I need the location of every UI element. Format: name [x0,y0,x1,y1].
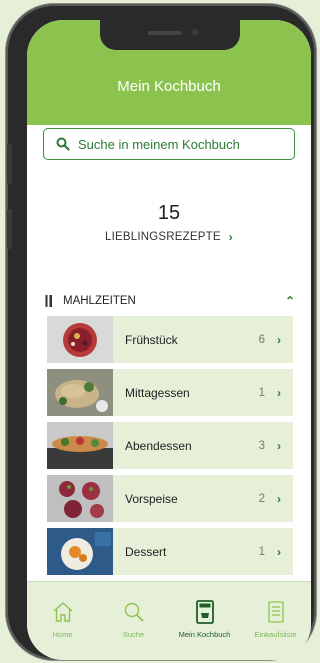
chevron-up-icon[interactable]: ⌃ [285,294,295,308]
meal-count: 2 [258,492,265,505]
favorites-link[interactable]: LIEBLINGSREZEPTE › [27,230,311,244]
meal-name: Dessert [125,544,167,559]
meal-count: 1 [258,386,265,399]
tab-label: Mein Kochbuch [178,630,231,639]
tab-shopping-list[interactable]: Einkaufsliste [240,582,311,660]
tab-home[interactable]: Home [27,582,98,660]
meal-row-mittagessen[interactable]: Mittagessen 1 › [47,369,293,416]
side-button [7,209,12,249]
meal-name: Abendessen [125,438,192,453]
search-icon [48,137,78,151]
app-screen: Mein Kochbuch Suche in meinem Kochbuch 1… [27,20,311,660]
cutlery-icon [45,295,53,307]
meal-thumbnail [47,528,113,575]
chevron-right-icon: › [277,385,281,400]
meal-count: 6 [258,333,265,346]
chevron-right-icon: › [277,491,281,506]
shopping-list-icon [267,600,284,624]
search-placeholder: Suche in meinem Kochbuch [78,136,240,152]
meal-count: 3 [258,439,265,452]
tab-label: Home [52,630,73,639]
favorites-label: LIEBLINGSREZEPTE [105,231,221,243]
tab-search[interactable]: Suche [98,582,169,660]
page-title: Mein Kochbuch [117,78,221,95]
tab-cookbook[interactable]: Mein Kochbuch [169,582,240,660]
phone-notch [100,20,240,50]
favorites-count: 15 [157,202,181,224]
meal-name: Mittagessen [125,385,190,400]
tab-label: Einkaufsliste [254,630,297,639]
camera-icon [192,29,199,36]
chevron-right-icon: › [228,230,233,244]
meal-thumbnail [47,422,113,469]
meal-count: 1 [258,545,265,558]
meal-thumbnail [47,316,113,363]
meal-row-fruehstueck[interactable]: Frühstück 6 › [47,316,293,363]
meal-name: Vorspeise [125,491,178,506]
side-button [7,144,12,184]
tab-label: Suche [122,630,145,639]
meal-thumbnail [47,369,113,416]
meal-thumbnail [47,475,113,522]
meal-row-abendessen[interactable]: Abendessen 3 › [47,422,293,469]
speaker [148,31,182,35]
bottom-tab-bar: Home Suche Mein Kochbuch Einkaufsliste [27,581,311,660]
search-icon [123,600,145,624]
chevron-right-icon: › [277,438,281,453]
chevron-right-icon: › [277,544,281,559]
meal-row-dessert[interactable]: Dessert 1 › [47,528,293,575]
chevron-right-icon: › [277,332,281,347]
section-label: MAHLZEITEN [63,295,136,307]
phone-frame: Mein Kochbuch Suche in meinem Kochbuch 1… [6,4,316,660]
search-input[interactable]: Suche in meinem Kochbuch [43,128,295,160]
home-icon [52,600,74,624]
section-header-meals[interactable]: MAHLZEITEN ⌃ [45,293,295,309]
meal-name: Frühstück [125,332,178,347]
cookbook-icon [195,600,214,624]
meal-row-vorspeise[interactable]: Vorspeise 2 › [47,475,293,522]
